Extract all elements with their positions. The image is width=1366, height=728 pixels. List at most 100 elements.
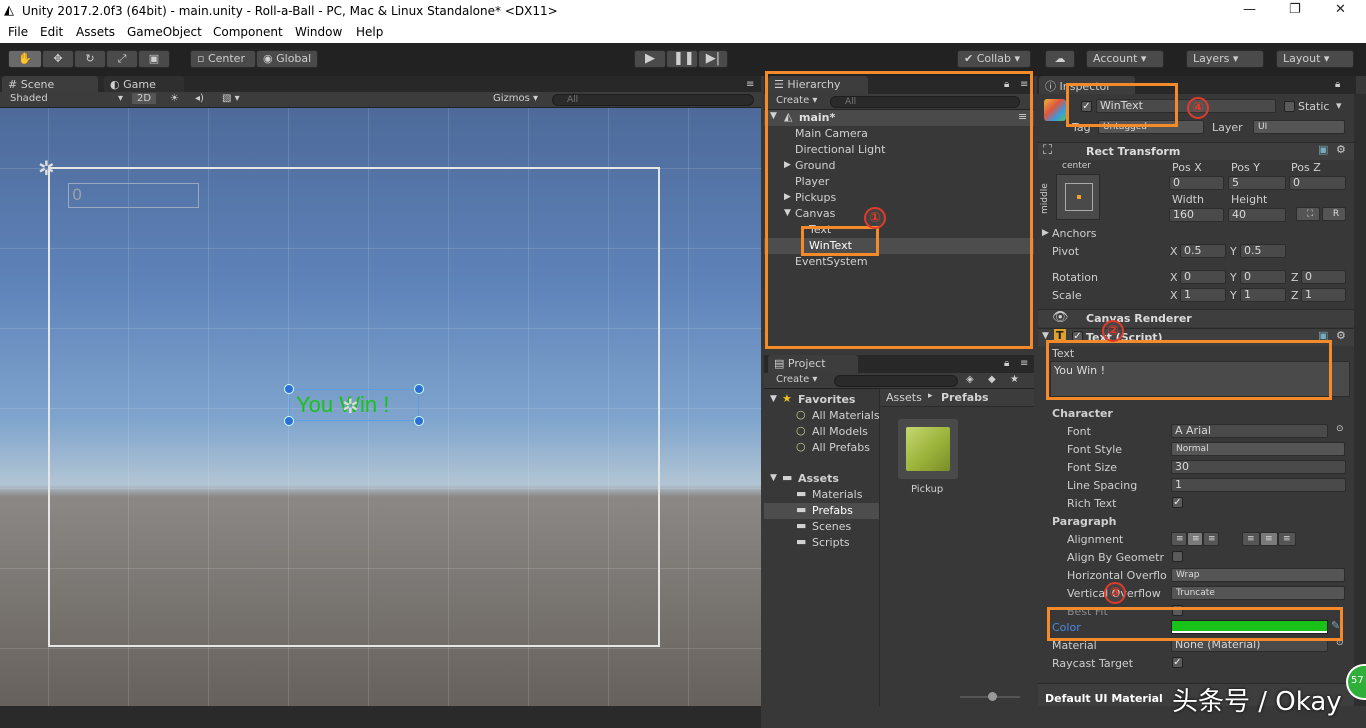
collab-button[interactable]: ✔ Collab ▾ — [957, 50, 1031, 68]
raycast-target-checkbox[interactable]: ✓ — [1172, 657, 1183, 668]
align-top-button[interactable]: ≡ — [1242, 532, 1260, 546]
scale-x-field[interactable]: 1 — [1180, 288, 1226, 302]
fav-all-models[interactable]: All Models — [812, 425, 868, 438]
align-by-geometry-checkbox[interactable] — [1172, 551, 1183, 562]
folder-prefabs[interactable]: Prefabs — [812, 504, 853, 517]
toggle-2d-button[interactable]: 2D — [132, 93, 157, 104]
menu-file[interactable]: File — [8, 25, 28, 39]
menu-window[interactable]: Window — [295, 25, 342, 39]
font-style-dropdown[interactable]: Normal — [1171, 442, 1345, 456]
assets-label[interactable]: Assets — [798, 472, 839, 485]
align-center-button[interactable]: ≡ — [1187, 532, 1203, 546]
align-right-button[interactable]: ≡ — [1203, 532, 1219, 546]
slider-knob[interactable] — [988, 692, 997, 701]
static-chevron-icon[interactable]: ▾ — [1336, 99, 1342, 112]
layers-button[interactable]: Layers ▾ — [1186, 50, 1264, 68]
fav-all-prefabs[interactable]: All Prefabs — [812, 441, 870, 454]
gizmos-dropdown[interactable]: Gizmos ▾ — [493, 93, 538, 104]
project-create-dropdown[interactable]: Create ▾ — [776, 374, 817, 385]
pos-z-field[interactable]: 0 — [1289, 176, 1346, 190]
blueprint-button[interactable]: ⛶ — [1296, 207, 1320, 221]
prefab-thumbnail[interactable] — [898, 419, 958, 479]
scale-z-field[interactable]: 1 — [1301, 288, 1346, 302]
menu-assets[interactable]: Assets — [76, 25, 115, 39]
score-text-box[interactable]: 0 — [68, 183, 199, 208]
pivot-global-button[interactable]: ◉ Global — [256, 50, 318, 68]
rect-handle-br[interactable] — [414, 416, 424, 426]
lighting-icon[interactable]: ☀ — [170, 93, 179, 104]
panel-menu-icon[interactable]: ≡ — [1020, 358, 1028, 369]
move-tool-button[interactable]: ✥ — [42, 50, 74, 68]
menu-gameobject[interactable]: GameObject — [127, 25, 202, 39]
anchor-presets-button[interactable] — [1056, 174, 1100, 220]
menu-edit[interactable]: Edit — [40, 25, 63, 39]
width-field[interactable]: 160 — [1169, 208, 1224, 222]
layer-dropdown[interactable]: UI — [1253, 120, 1345, 134]
inspector-scrollbar[interactable] — [1354, 94, 1366, 706]
restore-icon[interactable]: ❐ — [1289, 2, 1301, 17]
expand-arrow-icon[interactable]: ▼ — [770, 394, 777, 404]
static-checkbox[interactable] — [1284, 101, 1295, 112]
play-button[interactable]: ▶ — [634, 50, 666, 68]
project-search-input[interactable] — [834, 375, 958, 387]
breadcrumb-prefabs[interactable]: Prefabs — [941, 391, 989, 404]
prefab-name[interactable]: Pickup — [911, 484, 943, 495]
pivot-center-button[interactable]: ▫ Center — [190, 50, 256, 68]
favorite-star-icon[interactable]: ★ — [1010, 374, 1019, 385]
favorites-label[interactable]: Favorites — [798, 393, 855, 406]
panel-menu-icon[interactable]: ≡ — [746, 79, 754, 90]
folder-materials[interactable]: Materials — [812, 488, 862, 501]
rotate-tool-button[interactable]: ↻ — [74, 50, 106, 68]
scale-y-field[interactable]: 1 — [1240, 288, 1286, 302]
menu-help[interactable]: Help — [356, 25, 383, 39]
lock-icon[interactable]: 🔒︎ — [1335, 79, 1340, 90]
lock-icon[interactable]: 🔒︎ — [1004, 358, 1009, 369]
layout-button[interactable]: Layout ▾ — [1276, 50, 1354, 68]
rect-handle-tl[interactable] — [284, 384, 294, 394]
expand-arrow-icon[interactable]: ▼ — [770, 473, 777, 483]
folder-scripts[interactable]: Scripts — [812, 536, 850, 549]
component-gear-icon[interactable]: ⚙ — [1336, 143, 1346, 156]
align-left-button[interactable]: ≡ — [1171, 532, 1187, 546]
height-field[interactable]: 40 — [1228, 208, 1286, 222]
scene-search-input[interactable]: All — [552, 94, 754, 106]
raw-edit-button[interactable]: R — [1322, 207, 1346, 221]
close-icon[interactable]: ✕ — [1335, 2, 1346, 17]
rot-y-field[interactable]: 0 — [1240, 270, 1286, 284]
filter-label-icon[interactable]: ◆ — [988, 374, 996, 385]
wintext-rect[interactable]: You Win ! ✲ — [289, 389, 419, 421]
pivot-handle-icon[interactable]: ✲ — [342, 394, 359, 418]
expand-arrow-icon[interactable]: ▶ — [1042, 228, 1049, 238]
component-gear-icon[interactable]: ⚙ — [1336, 329, 1346, 342]
rect-handle-bl[interactable] — [284, 416, 294, 426]
breadcrumb-assets[interactable]: Assets — [886, 391, 922, 404]
menu-component[interactable]: Component — [213, 25, 283, 39]
cloud-button[interactable]: ☁ — [1045, 50, 1075, 68]
scene-view[interactable]: ✲ 0 You Win ! ✲ — [0, 108, 761, 706]
pos-x-field[interactable]: 0 — [1169, 176, 1224, 190]
vertical-overflow-dropdown[interactable]: Truncate — [1171, 586, 1345, 600]
tab-project[interactable]: ▤ Project — [768, 355, 858, 373]
fav-all-materials[interactable]: All Materials — [812, 409, 880, 422]
rot-z-field[interactable]: 0 — [1301, 270, 1346, 284]
step-button[interactable]: ▶| — [698, 50, 728, 68]
pivot-y-field[interactable]: 0.5 — [1240, 244, 1286, 258]
shaded-dropdown[interactable]: Shaded — [10, 93, 48, 104]
font-size-field[interactable]: 30 — [1171, 460, 1346, 474]
align-bottom-button[interactable]: ≡ — [1278, 532, 1296, 546]
scale-tool-button[interactable]: ⤢ — [106, 50, 138, 68]
font-field[interactable]: A Arial — [1171, 424, 1328, 438]
filter-type-icon[interactable]: ◈ — [966, 374, 974, 385]
help-icon[interactable]: ▣ — [1318, 143, 1328, 156]
pause-button[interactable]: ❚❚ — [666, 50, 698, 68]
rect-handle-tr[interactable] — [414, 384, 424, 394]
audio-icon[interactable]: ◂) — [195, 93, 204, 104]
pivot-x-field[interactable]: 0.5 — [1180, 244, 1226, 258]
line-spacing-field[interactable]: 1 — [1171, 478, 1346, 492]
effects-icon[interactable]: ▧ ▾ — [222, 93, 240, 104]
object-picker-icon[interactable]: ⊙ — [1336, 424, 1344, 434]
account-button[interactable]: Account ▾ — [1086, 50, 1164, 68]
folder-scenes[interactable]: Scenes — [812, 520, 851, 533]
anchors-label[interactable]: Anchors — [1052, 227, 1097, 240]
minimize-icon[interactable]: — — [1243, 2, 1256, 17]
